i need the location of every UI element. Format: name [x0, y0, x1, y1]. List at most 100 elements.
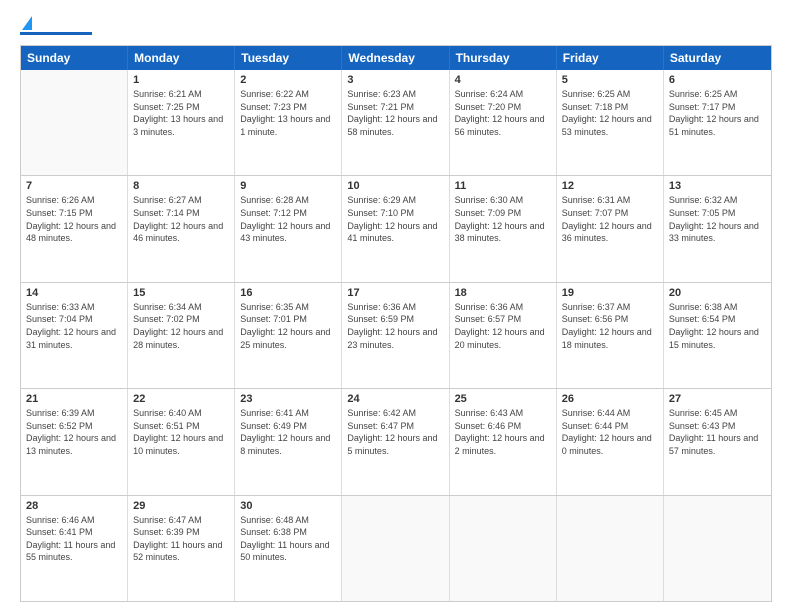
day-number: 17 — [347, 287, 443, 299]
day-info: Sunrise: 6:27 AMSunset: 7:14 PMDaylight:… — [133, 194, 229, 244]
cal-cell: 7Sunrise: 6:26 AMSunset: 7:15 PMDaylight… — [21, 176, 128, 281]
cal-cell: 18 Sunrise: 6:36 AMSunset: 6:57 PMDayligh… — [450, 283, 557, 388]
day-number: 25 — [455, 393, 551, 405]
day-number: 13 — [669, 180, 766, 192]
logo-triangle-icon — [22, 16, 32, 30]
cal-week-row: 21 Sunrise: 6:39 AMSunset: 6:52 PMDayligh… — [21, 388, 771, 494]
day-number: 27 — [669, 393, 766, 405]
day-info: Sunrise: 6:26 AMSunset: 7:15 PMDaylight:… — [26, 194, 122, 244]
cal-cell: 20Sunrise: 6:38 AMSunset: 6:54 PMDayligh… — [664, 283, 771, 388]
cal-cell: 19Sunrise: 6:37 AMSunset: 6:56 PMDayligh… — [557, 283, 664, 388]
day-info: Sunrise: 6:34 AMSunset: 7:02 PMDaylight:… — [133, 301, 229, 351]
day-info: Sunrise: 6:36 AMSunset: 6:57 PMDaylight:… — [455, 301, 551, 351]
day-info: Sunrise: 6:48 AMSunset: 6:38 PMDaylight:… — [240, 514, 336, 564]
day-info: Sunrise: 6:21 AMSunset: 7:25 PMDaylight:… — [133, 88, 229, 138]
cal-cell: 6 Sunrise: 6:25 AMSunset: 7:17 PMDaylight… — [664, 70, 771, 175]
header — [20, 18, 772, 35]
day-number: 15 — [133, 287, 229, 299]
cal-cell: 5Sunrise: 6:25 AMSunset: 7:18 PMDaylight… — [557, 70, 664, 175]
cal-header-day: Sunday — [21, 46, 128, 70]
day-info: Sunrise: 6:25 AMSunset: 7:17 PMDaylight:… — [669, 88, 766, 138]
cal-header-day: Friday — [557, 46, 664, 70]
cal-header-day: Wednesday — [342, 46, 449, 70]
day-number: 16 — [240, 287, 336, 299]
day-number: 19 — [562, 287, 658, 299]
cal-header-day: Tuesday — [235, 46, 342, 70]
day-number: 6 — [669, 74, 766, 86]
cal-cell: 4 Sunrise: 6:24 AMSunset: 7:20 PMDaylight… — [450, 70, 557, 175]
cal-week-row: 1 Sunrise: 6:21 AMSunset: 7:25 PMDaylight… — [21, 70, 771, 175]
cal-cell: 14 Sunrise: 6:33 AMSunset: 7:04 PMDayligh… — [21, 283, 128, 388]
page: SundayMondayTuesdayWednesdayThursdayFrid… — [0, 0, 792, 612]
day-number: 4 — [455, 74, 551, 86]
cal-cell: 1 Sunrise: 6:21 AMSunset: 7:25 PMDaylight… — [128, 70, 235, 175]
cal-cell: 26 Sunrise: 6:44 AMSunset: 6:44 PMDayligh… — [557, 389, 664, 494]
day-info: Sunrise: 6:40 AMSunset: 6:51 PMDaylight:… — [133, 407, 229, 457]
day-number: 20 — [669, 287, 766, 299]
calendar: SundayMondayTuesdayWednesdayThursdayFrid… — [20, 45, 772, 602]
cal-cell: 3 Sunrise: 6:23 AMSunset: 7:21 PMDaylight… — [342, 70, 449, 175]
logo-text — [20, 18, 32, 30]
day-info: Sunrise: 6:29 AMSunset: 7:10 PMDaylight:… — [347, 194, 443, 244]
day-info: Sunrise: 6:32 AMSunset: 7:05 PMDaylight:… — [669, 194, 766, 244]
cal-cell: 22 Sunrise: 6:40 AMSunset: 6:51 PMDayligh… — [128, 389, 235, 494]
day-info: Sunrise: 6:22 AMSunset: 7:23 PMDaylight:… — [240, 88, 336, 138]
day-number: 8 — [133, 180, 229, 192]
day-info: Sunrise: 6:44 AMSunset: 6:44 PMDaylight:… — [562, 407, 658, 457]
day-info: Sunrise: 6:46 AMSunset: 6:41 PMDaylight:… — [26, 514, 122, 564]
cal-cell — [557, 496, 664, 601]
day-number: 2 — [240, 74, 336, 86]
cal-cell: 17 Sunrise: 6:36 AMSunset: 6:59 PMDayligh… — [342, 283, 449, 388]
day-number: 29 — [133, 500, 229, 512]
cal-cell: 12Sunrise: 6:31 AMSunset: 7:07 PMDayligh… — [557, 176, 664, 281]
cal-cell: 13 Sunrise: 6:32 AMSunset: 7:05 PMDayligh… — [664, 176, 771, 281]
day-info: Sunrise: 6:36 AMSunset: 6:59 PMDaylight:… — [347, 301, 443, 351]
cal-header-day: Monday — [128, 46, 235, 70]
cal-week-row: 28 Sunrise: 6:46 AMSunset: 6:41 PMDayligh… — [21, 495, 771, 601]
day-info: Sunrise: 6:47 AMSunset: 6:39 PMDaylight:… — [133, 514, 229, 564]
day-number: 14 — [26, 287, 122, 299]
day-number: 10 — [347, 180, 443, 192]
day-number: 24 — [347, 393, 443, 405]
cal-cell: 30Sunrise: 6:48 AMSunset: 6:38 PMDayligh… — [235, 496, 342, 601]
cal-header-day: Thursday — [450, 46, 557, 70]
calendar-header: SundayMondayTuesdayWednesdayThursdayFrid… — [21, 46, 771, 70]
day-info: Sunrise: 6:43 AMSunset: 6:46 PMDaylight:… — [455, 407, 551, 457]
day-info: Sunrise: 6:28 AMSunset: 7:12 PMDaylight:… — [240, 194, 336, 244]
day-info: Sunrise: 6:39 AMSunset: 6:52 PMDaylight:… — [26, 407, 122, 457]
cal-cell — [664, 496, 771, 601]
cal-cell — [21, 70, 128, 175]
cal-week-row: 7Sunrise: 6:26 AMSunset: 7:15 PMDaylight… — [21, 175, 771, 281]
day-info: Sunrise: 6:41 AMSunset: 6:49 PMDaylight:… — [240, 407, 336, 457]
cal-cell — [342, 496, 449, 601]
day-number: 26 — [562, 393, 658, 405]
day-number: 28 — [26, 500, 122, 512]
cal-cell: 11Sunrise: 6:30 AMSunset: 7:09 PMDayligh… — [450, 176, 557, 281]
day-info: Sunrise: 6:25 AMSunset: 7:18 PMDaylight:… — [562, 88, 658, 138]
cal-cell: 24 Sunrise: 6:42 AMSunset: 6:47 PMDayligh… — [342, 389, 449, 494]
cal-cell: 2 Sunrise: 6:22 AMSunset: 7:23 PMDaylight… — [235, 70, 342, 175]
day-info: Sunrise: 6:33 AMSunset: 7:04 PMDaylight:… — [26, 301, 122, 351]
day-info: Sunrise: 6:24 AMSunset: 7:20 PMDaylight:… — [455, 88, 551, 138]
cal-cell: 15 Sunrise: 6:34 AMSunset: 7:02 PMDayligh… — [128, 283, 235, 388]
day-number: 1 — [133, 74, 229, 86]
day-info: Sunrise: 6:30 AMSunset: 7:09 PMDaylight:… — [455, 194, 551, 244]
day-info: Sunrise: 6:42 AMSunset: 6:47 PMDaylight:… — [347, 407, 443, 457]
cal-cell: 23Sunrise: 6:41 AMSunset: 6:49 PMDayligh… — [235, 389, 342, 494]
cal-cell — [450, 496, 557, 601]
day-number: 9 — [240, 180, 336, 192]
day-number: 3 — [347, 74, 443, 86]
cal-cell: 29 Sunrise: 6:47 AMSunset: 6:39 PMDayligh… — [128, 496, 235, 601]
day-number: 12 — [562, 180, 658, 192]
day-info: Sunrise: 6:23 AMSunset: 7:21 PMDaylight:… — [347, 88, 443, 138]
logo-line — [20, 32, 92, 35]
cal-cell: 16Sunrise: 6:35 AMSunset: 7:01 PMDayligh… — [235, 283, 342, 388]
day-number: 21 — [26, 393, 122, 405]
day-number: 22 — [133, 393, 229, 405]
cal-cell: 10 Sunrise: 6:29 AMSunset: 7:10 PMDayligh… — [342, 176, 449, 281]
day-number: 18 — [455, 287, 551, 299]
calendar-body: 1 Sunrise: 6:21 AMSunset: 7:25 PMDaylight… — [21, 70, 771, 601]
day-info: Sunrise: 6:45 AMSunset: 6:43 PMDaylight:… — [669, 407, 766, 457]
cal-header-day: Saturday — [664, 46, 771, 70]
cal-cell: 28 Sunrise: 6:46 AMSunset: 6:41 PMDayligh… — [21, 496, 128, 601]
